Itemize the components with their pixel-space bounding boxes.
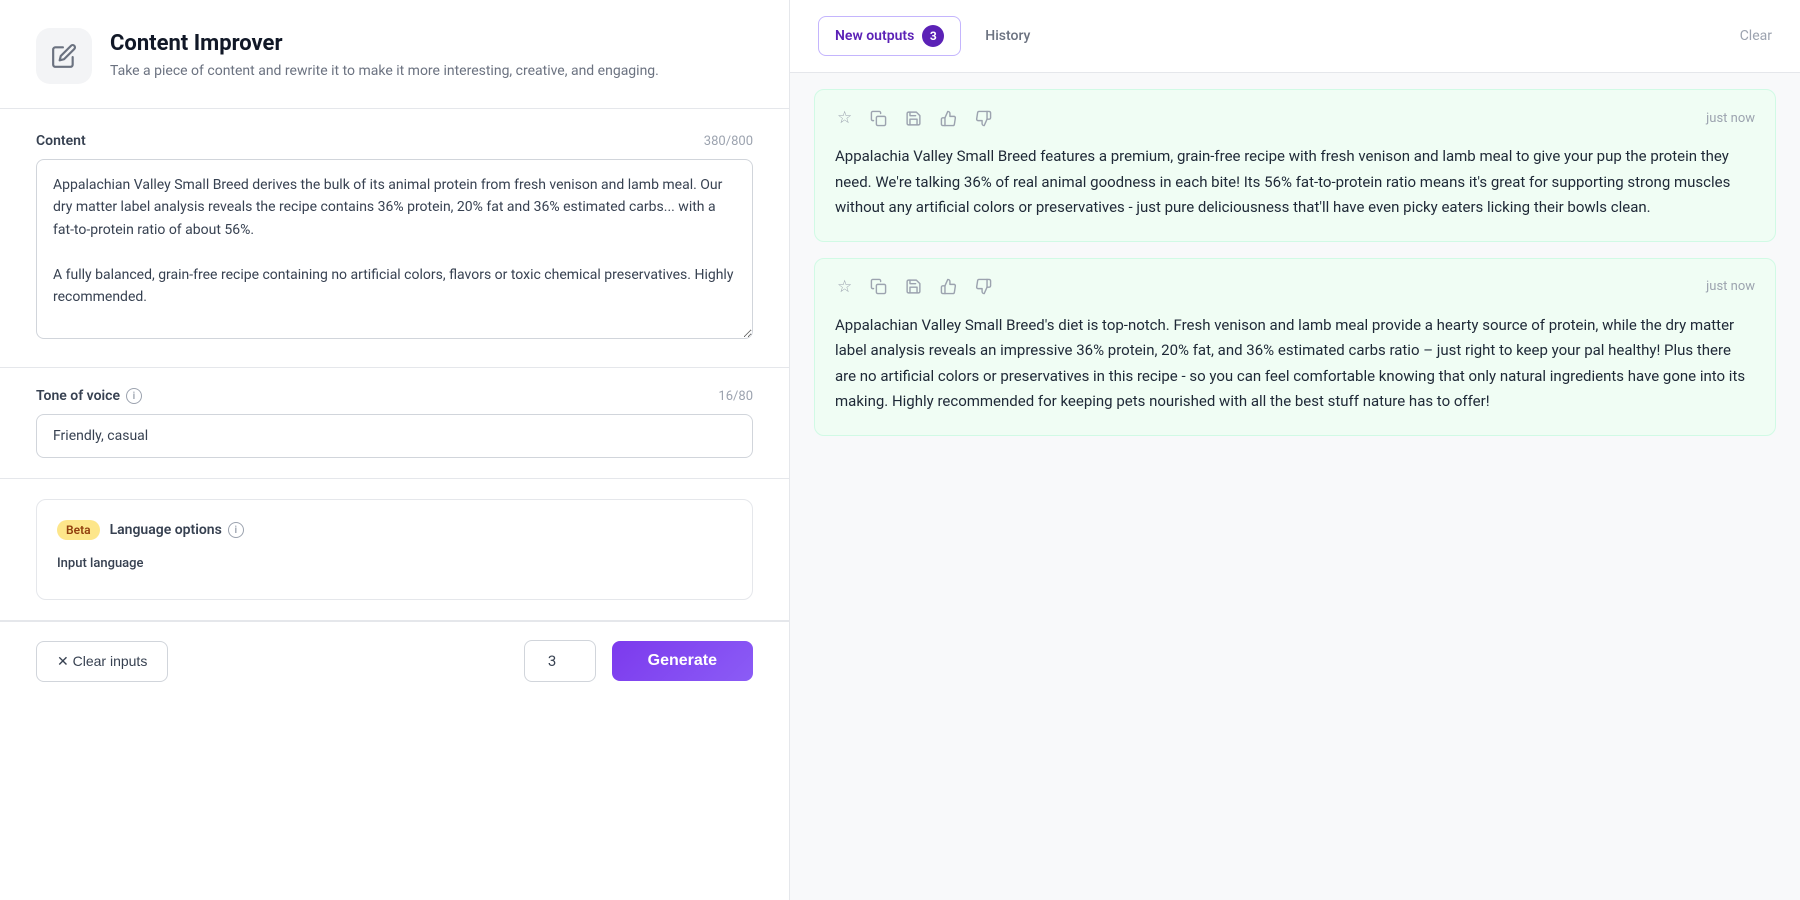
tone-input[interactable] [36, 414, 753, 458]
thumbup-icon [940, 110, 957, 127]
save-icon [905, 110, 922, 127]
copy-icon [870, 110, 887, 127]
content-label: Content [36, 133, 86, 149]
pencil-icon [51, 43, 77, 69]
tab-new-outputs-count: 3 [922, 25, 944, 47]
language-section: Beta Language options i Input language [0, 479, 789, 621]
language-box: Beta Language options i Input language [36, 499, 753, 600]
tool-header: Content Improver Take a piece of content… [0, 0, 789, 109]
tone-label-row: Tone of voice i 16/80 [36, 388, 753, 404]
beta-badge: Beta [57, 520, 100, 540]
tool-info: Content Improver Take a piece of content… [110, 31, 659, 82]
clear-outputs-button[interactable]: Clear [1740, 28, 1772, 44]
copy-icon [870, 278, 887, 295]
content-count: 380/800 [704, 134, 753, 149]
tone-section: Tone of voice i 16/80 [0, 368, 789, 479]
card-timestamp-1: just now [1706, 111, 1755, 126]
tone-label: Tone of voice [36, 388, 120, 404]
star-button[interactable]: ☆ [835, 275, 854, 299]
content-field-header: Content 380/800 [36, 133, 753, 149]
copy-button[interactable] [868, 108, 889, 129]
tool-description: Take a piece of content and rewrite it t… [110, 61, 659, 82]
thumbdown-icon [975, 278, 992, 295]
tab-history[interactable]: History [969, 20, 1046, 52]
output-card: ☆ just now Appalachian Valley Small Bree… [814, 258, 1776, 436]
card-toolbar: ☆ just now [835, 106, 1755, 130]
card-text-2: Appalachian Valley Small Breed's diet is… [835, 313, 1755, 415]
thumbup-button[interactable] [938, 108, 959, 129]
input-language-label: Input language [57, 556, 732, 571]
left-panel: Content Improver Take a piece of content… [0, 0, 790, 900]
thumbdown-button[interactable] [973, 276, 994, 297]
thumbdown-icon [975, 110, 992, 127]
card-text-1: Appalachia Valley Small Breed features a… [835, 144, 1755, 221]
language-options-title: Language options i [110, 522, 244, 538]
right-panel: New outputs 3 History Clear ☆ [790, 0, 1800, 900]
tone-info-icon[interactable]: i [126, 388, 142, 404]
output-header: New outputs 3 History Clear [790, 0, 1800, 73]
language-info-icon[interactable]: i [228, 522, 244, 538]
outputs-list: ☆ just now Appalachia Valley Small Breed… [790, 73, 1800, 900]
clear-inputs-button[interactable]: ✕ Clear inputs [36, 641, 168, 682]
content-textarea[interactable]: Appalachian Valley Small Breed derives t… [36, 159, 753, 339]
output-card: ☆ just now Appalachia Valley Small Breed… [814, 89, 1776, 242]
generate-button[interactable]: Generate [612, 641, 753, 681]
tool-title: Content Improver [110, 31, 659, 56]
content-section: Content 380/800 Appalachian Valley Small… [0, 109, 789, 368]
card-toolbar: ☆ just now [835, 275, 1755, 299]
star-button[interactable]: ☆ [835, 106, 854, 130]
thumbup-button[interactable] [938, 276, 959, 297]
save-button[interactable] [903, 108, 924, 129]
thumbup-icon [940, 278, 957, 295]
bottom-bar: ✕ Clear inputs Generate [0, 621, 789, 700]
language-header: Beta Language options i [57, 520, 732, 540]
tone-label-left: Tone of voice i [36, 388, 142, 404]
save-button[interactable] [903, 276, 924, 297]
tone-count: 16/80 [718, 389, 753, 404]
save-icon [905, 278, 922, 295]
quantity-input[interactable] [524, 640, 596, 682]
tab-new-outputs[interactable]: New outputs 3 [818, 16, 961, 56]
card-timestamp-2: just now [1706, 279, 1755, 294]
tab-new-outputs-label: New outputs [835, 28, 914, 44]
thumbdown-button[interactable] [973, 108, 994, 129]
tool-icon-wrap [36, 28, 92, 84]
copy-button[interactable] [868, 276, 889, 297]
